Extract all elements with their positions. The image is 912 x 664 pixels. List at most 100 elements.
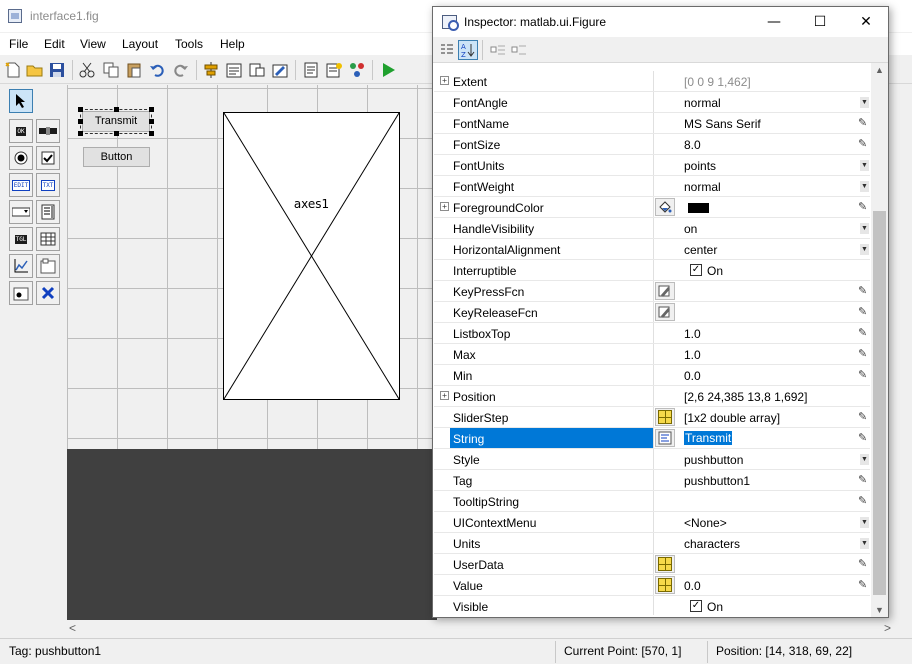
- pushbutton-tool-button[interactable]: OK: [9, 119, 33, 143]
- align-objects-icon[interactable]: [202, 61, 220, 79]
- property-row-min[interactable]: Min 0.0 ✎: [434, 365, 870, 386]
- pencil-edit-icon[interactable]: ✎: [858, 494, 867, 507]
- property-value[interactable]: 0.0: [684, 579, 701, 593]
- checkbox-checked-icon[interactable]: ✓: [690, 600, 702, 612]
- menu-edit[interactable]: Edit: [44, 37, 65, 51]
- pencil-edit-icon[interactable]: ✎: [858, 473, 867, 486]
- array-editor-icon[interactable]: [655, 576, 675, 594]
- property-value[interactable]: [0 0 9 1,462]: [684, 75, 751, 89]
- popup-menu-tool-button[interactable]: [9, 200, 33, 224]
- horizontal-scrollbar[interactable]: < >: [67, 620, 897, 637]
- callback-editor-icon[interactable]: [655, 282, 675, 300]
- menu-view[interactable]: View: [80, 37, 106, 51]
- checkbox-checked-icon[interactable]: ✓: [690, 264, 702, 276]
- property-value[interactable]: pushbutton1: [684, 474, 750, 488]
- pencil-edit-icon[interactable]: ✎: [858, 368, 867, 381]
- categorized-view-icon[interactable]: [437, 40, 457, 60]
- property-value[interactable]: [2,6 24,385 13,8 1,692]: [684, 390, 807, 404]
- property-row-foregroundcolor[interactable]: + ForegroundColor ✎: [434, 197, 870, 218]
- alphabetical-sort-icon[interactable]: AZ: [458, 40, 478, 60]
- pencil-edit-icon[interactable]: ✎: [858, 137, 867, 150]
- copy-icon[interactable]: [102, 61, 120, 79]
- property-row-sliderstep[interactable]: SliderStep [1x2 double array] ✎: [434, 407, 870, 428]
- edit-text-tool-button[interactable]: EDIT: [9, 173, 33, 197]
- select-tool-button[interactable]: [9, 89, 33, 113]
- table-tool-button[interactable]: [36, 227, 60, 251]
- property-row-tooltipstring[interactable]: TooltipString ✎: [434, 491, 870, 512]
- property-row-listboxtop[interactable]: ListboxTop 1.0 ✎: [434, 323, 870, 344]
- property-value[interactable]: normal: [684, 96, 721, 110]
- transmit-pushbutton[interactable]: Transmit: [82, 111, 150, 132]
- scroll-up-icon[interactable]: ▲: [871, 65, 888, 75]
- dropdown-arrow-icon[interactable]: ▼: [860, 181, 869, 192]
- property-row-fontname[interactable]: FontName MS Sans Serif ✎: [434, 113, 870, 134]
- checkbox-tool-button[interactable]: [36, 146, 60, 170]
- pencil-edit-icon[interactable]: ✎: [858, 557, 867, 570]
- text-editor-icon[interactable]: [655, 429, 675, 447]
- pencil-edit-icon[interactable]: ✎: [858, 116, 867, 129]
- menu-layout[interactable]: Layout: [122, 37, 158, 51]
- property-value[interactable]: Transmit: [684, 431, 733, 445]
- property-value[interactable]: 8.0: [684, 138, 701, 152]
- radiobutton-tool-button[interactable]: [9, 146, 33, 170]
- scroll-down-icon[interactable]: ▼: [871, 605, 888, 615]
- save-icon[interactable]: [48, 61, 66, 79]
- dropdown-arrow-icon[interactable]: ▼: [860, 223, 869, 234]
- property-row-handlevisibility[interactable]: HandleVisibility on ▼: [434, 218, 870, 239]
- property-row-position[interactable]: + Position [2,6 24,385 13,8 1,692]: [434, 386, 870, 407]
- axes1-placeholder[interactable]: axes1: [223, 112, 400, 400]
- paint-bucket-editor-icon[interactable]: [655, 198, 675, 216]
- pencil-edit-icon[interactable]: ✎: [858, 431, 867, 444]
- new-file-icon[interactable]: [4, 61, 22, 79]
- pencil-edit-icon[interactable]: ✎: [858, 284, 867, 297]
- slider-tool-button[interactable]: [36, 119, 60, 143]
- property-row-uicontextmenu[interactable]: UIContextMenu <None> ▼: [434, 512, 870, 533]
- static-text-tool-button[interactable]: TXT: [36, 173, 60, 197]
- tab-order-editor-icon[interactable]: [248, 61, 266, 79]
- object-browser-icon[interactable]: [348, 61, 366, 79]
- property-value[interactable]: center: [684, 243, 717, 257]
- inspector-vertical-scrollbar[interactable]: ▲ ▼: [871, 63, 888, 617]
- scroll-thumb[interactable]: [873, 211, 886, 595]
- layout-grid[interactable]: Transmit Button axes1: [67, 85, 437, 449]
- property-row-horizontalalignment[interactable]: HorizontalAlignment center ▼: [434, 239, 870, 260]
- layout-canvas[interactable]: Transmit Button axes1: [67, 85, 437, 620]
- expand-plus-icon[interactable]: +: [440, 76, 449, 85]
- pencil-edit-icon[interactable]: ✎: [858, 347, 867, 360]
- property-row-value[interactable]: Value 0.0 ✎: [434, 575, 870, 596]
- expand-plus-icon[interactable]: +: [440, 202, 449, 211]
- redo-icon[interactable]: [172, 61, 190, 79]
- property-value[interactable]: <None>: [684, 516, 727, 530]
- maximize-icon[interactable]: ☐: [805, 11, 835, 33]
- generic-pushbutton[interactable]: Button: [83, 147, 150, 167]
- property-row-style[interactable]: Style pushbutton ▼: [434, 449, 870, 470]
- property-value[interactable]: 1.0: [684, 348, 701, 362]
- collapse-all-icon[interactable]: [509, 40, 529, 60]
- toggle-button-tool-button[interactable]: TGL: [9, 227, 33, 251]
- property-inspector-icon[interactable]: [325, 61, 343, 79]
- property-value[interactable]: 1.0: [684, 327, 701, 341]
- property-row-fontweight[interactable]: FontWeight normal ▼: [434, 176, 870, 197]
- panel-tool-button[interactable]: [36, 254, 60, 278]
- property-row-fontsize[interactable]: FontSize 8.0 ✎: [434, 134, 870, 155]
- property-value[interactable]: 0.0: [684, 369, 701, 383]
- run-figure-icon[interactable]: [379, 61, 397, 79]
- property-row-string[interactable]: String Transmit ✎: [434, 428, 870, 449]
- property-row-max[interactable]: Max 1.0 ✎: [434, 344, 870, 365]
- property-row-visible[interactable]: Visible ✓ On: [434, 596, 870, 615]
- property-row-keyreleasefcn[interactable]: KeyReleaseFcn ✎: [434, 302, 870, 323]
- button-group-tool-button[interactable]: [9, 281, 33, 305]
- dropdown-arrow-icon[interactable]: ▼: [860, 454, 869, 465]
- cut-icon[interactable]: [78, 61, 96, 79]
- property-value[interactable]: MS Sans Serif: [684, 117, 761, 131]
- property-value[interactable]: points: [684, 159, 716, 173]
- menu-file[interactable]: File: [9, 37, 28, 51]
- property-value[interactable]: [1x2 double array]: [684, 411, 780, 425]
- expand-plus-icon[interactable]: +: [440, 391, 449, 400]
- property-row-fontunits[interactable]: FontUnits points ▼: [434, 155, 870, 176]
- pencil-edit-icon[interactable]: ✎: [858, 410, 867, 423]
- dropdown-arrow-icon[interactable]: ▼: [860, 244, 869, 255]
- undo-icon[interactable]: [148, 61, 166, 79]
- activex-tool-button[interactable]: [36, 281, 60, 305]
- property-row-tag[interactable]: Tag pushbutton1 ✎: [434, 470, 870, 491]
